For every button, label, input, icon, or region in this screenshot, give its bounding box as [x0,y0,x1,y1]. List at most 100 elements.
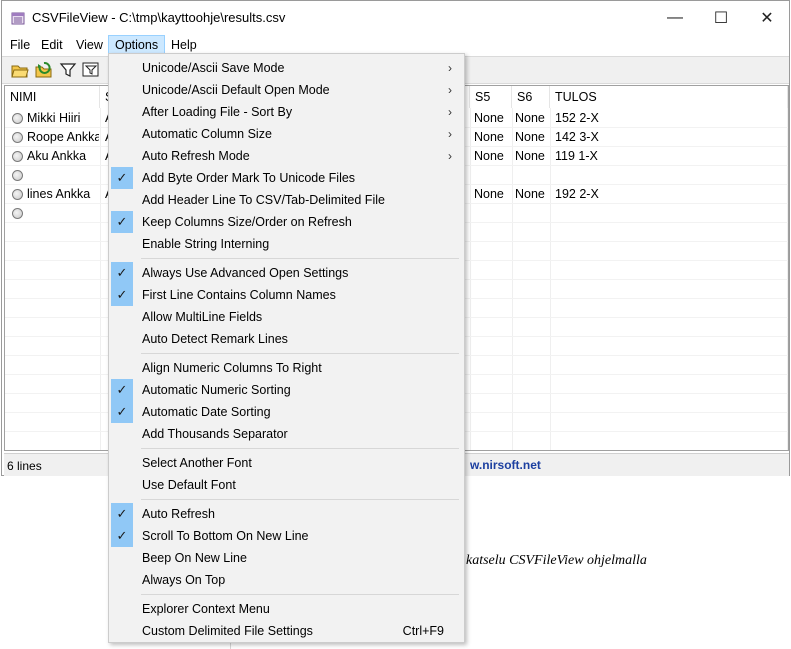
checkmark-icon: ✓ [111,284,133,306]
menu-item-label: Custom Delimited File Settings [142,624,313,638]
maximize-button[interactable]: ☐ [698,1,744,35]
menu-item-label: Automatic Date Sorting [142,405,271,419]
menu-item-always-on-top[interactable]: Always On Top [111,569,462,591]
menu-separator [141,353,459,354]
menu-item-select-another-font[interactable]: Select Another Font [111,452,462,474]
menu-separator [141,448,459,449]
cell-nimi: Mikki Hiiri [27,111,81,125]
menu-separator [141,499,459,500]
refresh-folder-icon[interactable] [35,61,53,79]
menu-item-label: Auto Detect Remark Lines [142,332,288,346]
cell-tulos: 119 1-X [555,149,598,163]
column-header-s5[interactable]: S5 [470,86,512,108]
menu-item-scroll-to-bottom-on-new-line[interactable]: ✓ Scroll To Bottom On New Line [111,525,462,547]
row-state-icon [12,170,23,181]
menu-item-custom-delimited-file-settings[interactable]: Custom Delimited File Settings Ctrl+F9 [111,620,462,642]
menu-item-automatic-date-sorting[interactable]: ✓ Automatic Date Sorting [111,401,462,423]
open-folder-icon[interactable] [11,61,29,79]
menu-item-label: Add Byte Order Mark To Unicode Files [142,171,356,185]
menu-file[interactable]: File [4,35,36,55]
menu-separator [141,594,459,595]
close-button[interactable]: ✕ [744,1,790,35]
menu-item-enable-string-interning[interactable]: Enable String Interning [111,233,462,255]
checkmark-icon: ✓ [111,401,133,423]
window-title: CSVFileView - C:\tmp\kayttoohje\results.… [32,10,286,25]
checkmark-icon: ✓ [111,379,133,401]
column-header-nimi[interactable]: NIMI [5,86,100,108]
column-header-s6[interactable]: S6 [512,86,550,108]
menu-edit[interactable]: Edit [35,35,69,55]
menu-item-label: Always Use Advanced Open Settings [142,266,349,280]
cell-nimi: lines Ankka [27,187,91,201]
menu-item-align-numeric-columns-to-right[interactable]: Align Numeric Columns To Right [111,357,462,379]
row-state-icon [12,208,23,219]
menu-item-label: Unicode/Ascii Save Mode [142,61,285,75]
menu-item-after-loading-file-sort-by[interactable]: After Loading File - Sort By › [111,101,462,123]
select-filter-icon[interactable] [82,61,100,79]
cell-nimi: Aku Ankka [27,149,87,163]
menu-item-auto-detect-remark-lines[interactable]: Auto Detect Remark Lines [111,328,462,350]
title-bar[interactable]: CSVFileView - C:\tmp\kayttoohje\results.… [2,1,789,35]
menu-item-unicode-ascii-default-open-mode[interactable]: Unicode/Ascii Default Open Mode › [111,79,462,101]
checkmark-icon: ✓ [111,525,133,547]
cell-s5: None [474,111,504,125]
cell-s5: None [474,130,504,144]
submenu-arrow-icon: › [448,61,452,75]
menu-item-label: Unicode/Ascii Default Open Mode [142,83,330,97]
cell-nimi [27,166,97,185]
cell-tulos: 142 3-X [555,130,599,144]
row-state-icon [12,151,23,162]
menu-help[interactable]: Help [165,35,203,55]
menu-item-always-use-advanced-open-settings[interactable]: ✓ Always Use Advanced Open Settings [111,262,462,284]
menu-item-label: Add Thousands Separator [142,427,288,441]
menu-item-label: After Loading File - Sort By [142,105,293,119]
cell-s5: None [474,187,504,201]
nirsoft-link[interactable]: w.nirsoft.net [470,458,541,472]
menu-item-label: Auto Refresh [142,507,215,521]
cell-s5: None [474,149,504,163]
menu-item-allow-multiline-fields[interactable]: Allow MultiLine Fields [111,306,462,328]
menu-item-label: Keep Columns Size/Order on Refresh [142,215,352,229]
filter-icon[interactable] [59,61,77,79]
background-caption: katselu CSVFileView ohjelmalla [466,553,647,568]
menu-item-automatic-column-size[interactable]: Automatic Column Size › [111,123,462,145]
menu-item-label: Use Default Font [142,478,236,492]
app-icon [11,12,25,25]
menu-separator [141,258,459,259]
menu-item-use-default-font[interactable]: Use Default Font [111,474,462,496]
menu-item-explorer-context-menu[interactable]: Explorer Context Menu [111,598,462,620]
row-state-icon [12,189,23,200]
menu-item-beep-on-new-line[interactable]: Beep On New Line [111,547,462,569]
menu-view[interactable]: View [70,35,109,55]
menu-item-auto-refresh-mode[interactable]: Auto Refresh Mode › [111,145,462,167]
menu-item-label: Beep On New Line [142,551,247,565]
cell-tulos: 152 2-X [555,111,599,125]
menu-item-label: Automatic Column Size [142,127,272,141]
menu-item-first-line-contains-column-names[interactable]: ✓ First Line Contains Column Names [111,284,462,306]
cell-s6: None [515,111,545,125]
menu-item-label: Add Header Line To CSV/Tab-Delimited Fil… [142,193,385,207]
menu-item-unicode-ascii-save-mode[interactable]: Unicode/Ascii Save Mode › [111,57,462,79]
options-dropdown-menu: Unicode/Ascii Save Mode › Unicode/Ascii De… [108,53,465,643]
menu-shortcut: Ctrl+F9 [402,624,444,638]
menu-item-label: Select Another Font [142,456,252,470]
minimize-button[interactable]: — [652,1,698,35]
column-header-tulos[interactable]: TULOS [550,86,788,108]
menu-item-auto-refresh[interactable]: ✓ Auto Refresh [111,503,462,525]
menu-item-add-header-line-to-csv-tab-delimited-file[interactable]: Add Header Line To CSV/Tab-Delimited Fil… [111,189,462,211]
row-state-icon [12,132,23,143]
submenu-arrow-icon: › [448,149,452,163]
menu-item-label: Always On Top [142,573,226,587]
submenu-arrow-icon: › [448,105,452,119]
menu-item-label: Automatic Numeric Sorting [142,383,291,397]
menu-item-label: Allow MultiLine Fields [142,310,263,324]
menu-item-label: Auto Refresh Mode [142,149,250,163]
menu-options[interactable]: Options [108,35,166,55]
menu-item-add-thousands-separator[interactable]: Add Thousands Separator [111,423,462,445]
submenu-arrow-icon: › [448,127,452,141]
menu-item-automatic-numeric-sorting[interactable]: ✓ Automatic Numeric Sorting [111,379,462,401]
menu-item-keep-columns-size-order-on-refresh[interactable]: ✓ Keep Columns Size/Order on Refresh [111,211,462,233]
row-state-icon [12,113,23,124]
menu-item-add-byte-order-mark-to-unicode-files[interactable]: ✓ Add Byte Order Mark To Unicode Files [111,167,462,189]
cell-s6: None [515,187,545,201]
